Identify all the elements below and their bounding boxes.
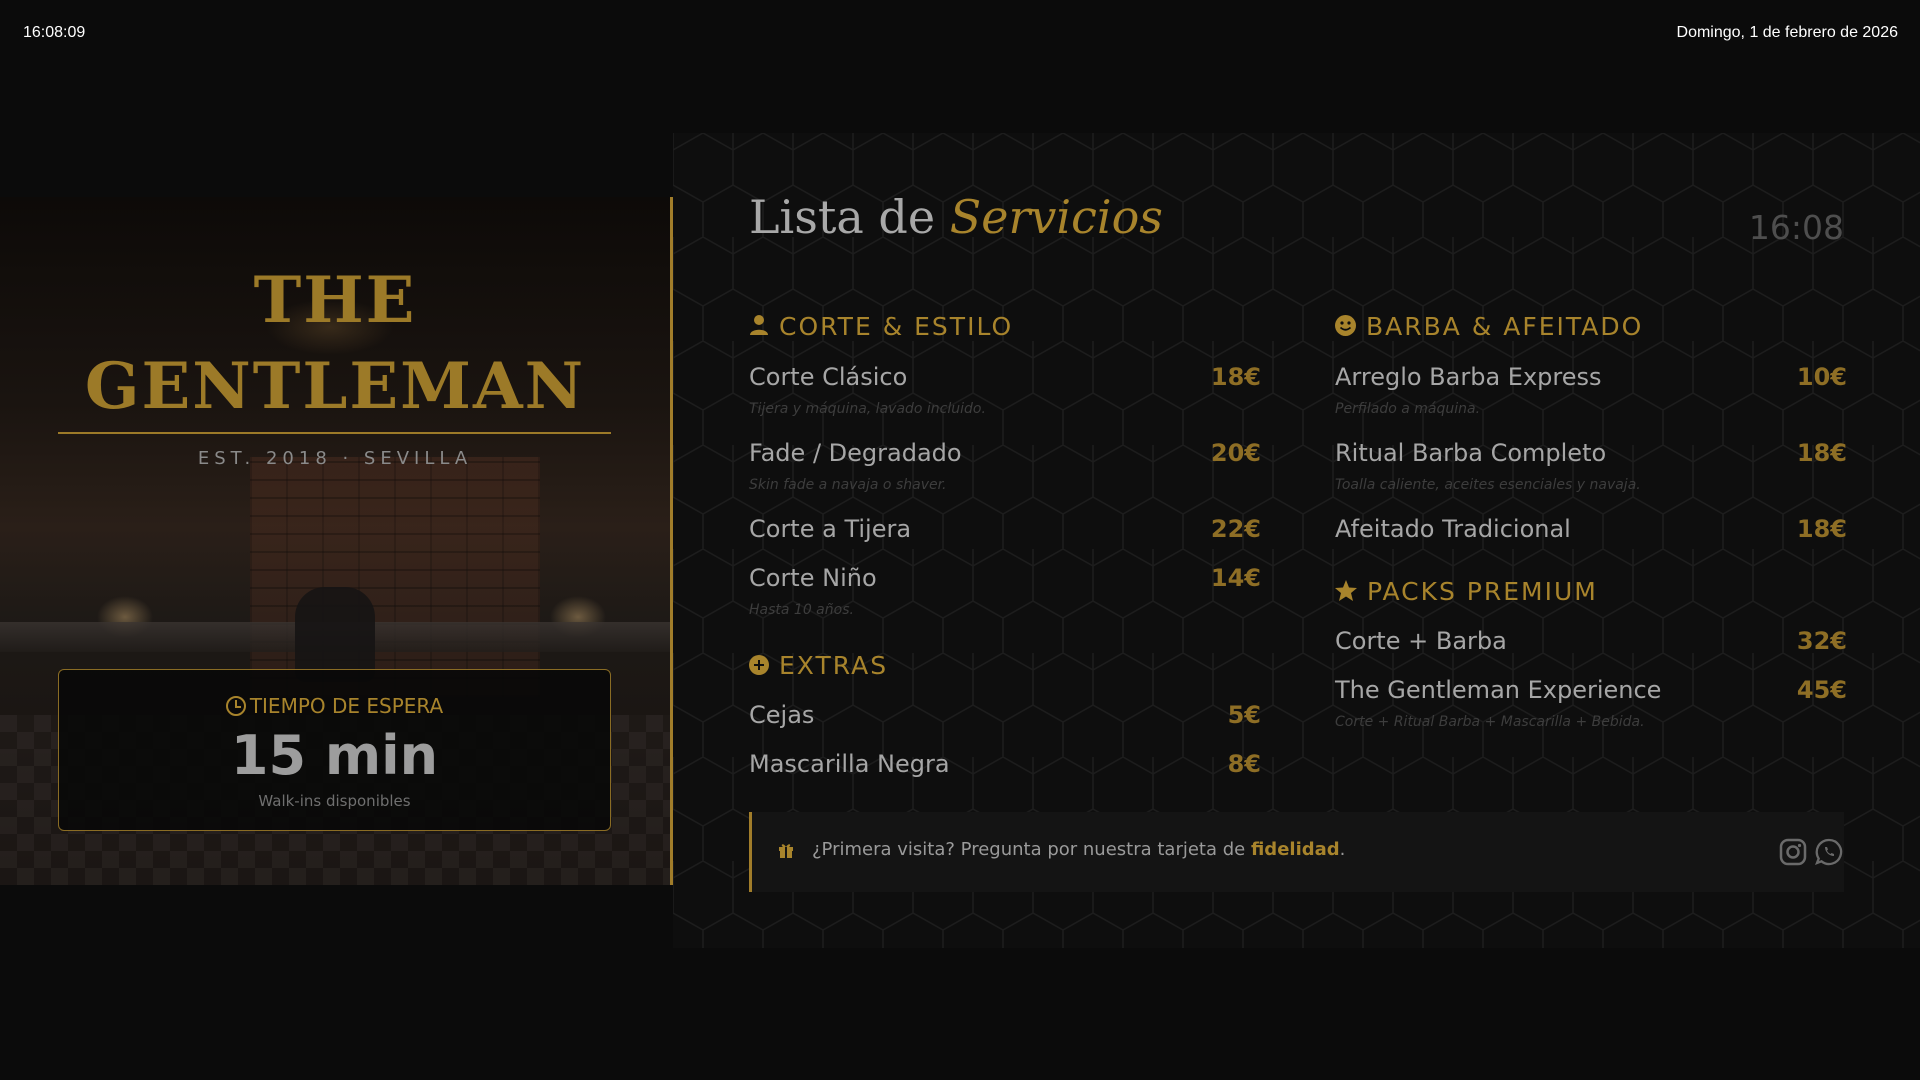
service-price: 22€	[1210, 515, 1261, 543]
gift-icon	[779, 844, 793, 858]
services-title-accent: Servicios	[949, 190, 1163, 244]
service-name: Arreglo Barba Express	[1335, 363, 1602, 391]
service-price: 18€	[1210, 363, 1261, 391]
service-name: Afeitado Tradicional	[1335, 515, 1571, 543]
clock-icon	[225, 696, 246, 716]
loyalty-end: .	[1339, 839, 1346, 860]
section-packs-premium: PACKS PREMIUM	[1335, 577, 1598, 606]
service-price: 32€	[1796, 627, 1847, 655]
barber-chair-background	[295, 587, 375, 682]
loyalty-message: ¿Primera visita? Pregunta por nuestra ta…	[812, 839, 1246, 860]
brand-divider	[58, 432, 611, 434]
service-price: 8€	[1227, 750, 1261, 778]
service-description: Toalla caliente, aceites esenciales y na…	[1335, 477, 1641, 493]
service-price: 5€	[1227, 701, 1261, 729]
brand-logo: THE GENTLEMAN	[0, 258, 670, 430]
service-price: 14€	[1210, 564, 1261, 592]
service-price: 20€	[1210, 439, 1261, 467]
section-title: EXTRAS	[779, 651, 889, 680]
star-icon	[1335, 580, 1357, 601]
top-bar: 16:08:09 Domingo, 1 de febrero de 2026	[0, 0, 1920, 70]
services-title-plain: Lista de	[749, 190, 936, 244]
service-price: 18€	[1796, 439, 1847, 467]
service-name: Corte + Barba	[1335, 627, 1507, 655]
wait-time-value: 15 min	[230, 724, 439, 787]
service-description: Corte + Ritual Barba + Mascarilla + Bebi…	[1335, 714, 1645, 730]
whatsapp-icon[interactable]	[1815, 838, 1843, 866]
instagram-icon[interactable]	[1779, 838, 1807, 866]
system-clock: 16:08:09	[23, 24, 86, 41]
service-description: Perfilado a máquina.	[1335, 401, 1481, 417]
service-price: 18€	[1796, 515, 1847, 543]
service-name: Ritual Barba Completo	[1335, 439, 1607, 467]
section-title: CORTE & ESTILO	[779, 312, 1014, 341]
brick-wall-background	[250, 457, 540, 697]
brand-subtitle: EST. 2018 · SEVILLA	[197, 448, 473, 469]
service-name: Fade / Degradado	[749, 439, 962, 467]
wait-time-card: TIEMPO DE ESPERA 15 min Walk-ins disponi…	[58, 669, 611, 831]
plus-circle-icon	[749, 655, 769, 675]
service-name: The Gentleman Experience	[1335, 676, 1662, 704]
loyalty-banner: ¿Primera visita? Pregunta por nuestra ta…	[749, 812, 1844, 892]
wait-time-label: TIEMPO DE ESPERA	[249, 694, 444, 718]
service-description: Tijera y máquina, lavado incluido.	[749, 401, 986, 417]
service-description: Skin fade a navaja o shaver.	[749, 477, 947, 493]
brand-line-2: GENTLEMAN	[84, 349, 586, 424]
loyalty-text: ¿Primera visita? Pregunta por nuestra ta…	[812, 839, 1345, 860]
section-title: PACKS PREMIUM	[1367, 577, 1598, 606]
services-clock: 16:08	[1748, 208, 1844, 247]
service-name: Corte a Tijera	[749, 515, 912, 543]
service-name: Corte Niño	[749, 564, 877, 592]
service-name: Cejas	[749, 701, 815, 729]
brand-line-1: THE	[253, 263, 417, 338]
smile-icon	[1335, 315, 1356, 336]
system-date: Domingo, 1 de febrero de 2026	[1676, 24, 1898, 41]
services-title: Lista de Servicios	[749, 190, 1163, 244]
section-title: BARBA & AFEITADO	[1366, 312, 1644, 341]
user-icon	[750, 315, 768, 335]
section-extras: EXTRAS	[749, 651, 888, 680]
section-corte-estilo: CORTE & ESTILO	[749, 312, 1013, 341]
service-price: 10€	[1796, 363, 1847, 391]
section-barba-afeitado: BARBA & AFEITADO	[1335, 312, 1643, 341]
loyalty-highlight: fidelidad	[1250, 839, 1340, 860]
wait-time-note: Walk-ins disponibles	[258, 792, 411, 810]
wait-time-title: TIEMPO DE ESPERA	[59, 694, 610, 718]
service-name: Corte Clásico	[749, 363, 908, 391]
service-price: 45€	[1796, 676, 1847, 704]
service-name: Mascarilla Negra	[749, 750, 950, 778]
service-description: Hasta 10 años.	[749, 602, 854, 618]
